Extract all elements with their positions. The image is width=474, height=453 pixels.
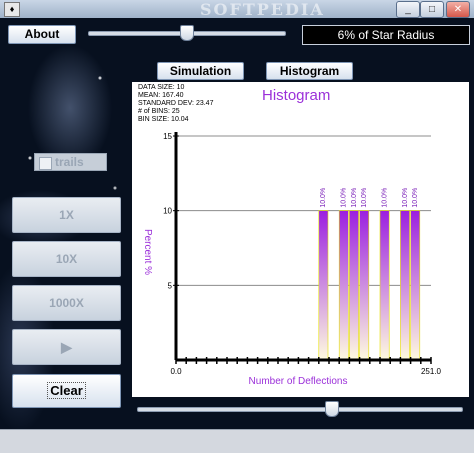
clear-button-label: Clear bbox=[47, 382, 86, 399]
app-icon: ♦ bbox=[4, 2, 20, 17]
bar-data-label: 10.0% bbox=[351, 188, 358, 208]
about-button[interactable]: About bbox=[8, 25, 76, 44]
speed-10x-button[interactable]: 10X bbox=[12, 241, 121, 277]
close-button[interactable]: ✕ bbox=[446, 1, 470, 18]
bar-data-label: 10.0% bbox=[381, 188, 388, 208]
minimize-button[interactable]: _ bbox=[396, 1, 420, 18]
radius-slider-thumb[interactable] bbox=[180, 25, 194, 41]
y-tick-label: 15 bbox=[163, 132, 172, 141]
trails-checkbox[interactable]: trails bbox=[34, 153, 107, 171]
clear-button[interactable]: Clear bbox=[12, 374, 121, 408]
window-titlebar: ♦ SOFTPEDIA _ □ ✕ bbox=[0, 0, 474, 19]
bar-data-label: 10.0% bbox=[341, 188, 348, 208]
x-axis-label: Number of Deflections bbox=[249, 376, 348, 387]
x-tick-label: 0.0 bbox=[170, 367, 182, 376]
y-tick-label: 5 bbox=[168, 281, 173, 290]
histogram-bar bbox=[379, 210, 390, 361]
bar-data-label: 10.0% bbox=[412, 188, 419, 208]
play-icon: ▶ bbox=[61, 339, 72, 355]
radius-readout: 6% of Star Radius bbox=[302, 25, 470, 45]
y-tick-label: 10 bbox=[163, 207, 172, 216]
bar-data-label: 10.0% bbox=[402, 188, 409, 208]
x-tick-label: 251.0 bbox=[421, 367, 442, 376]
histogram-bar bbox=[410, 210, 421, 361]
trails-checkbox-box[interactable] bbox=[39, 157, 52, 170]
tab-simulation[interactable]: Simulation bbox=[157, 62, 244, 80]
play-button[interactable]: ▶ bbox=[12, 329, 121, 365]
speed-1000x-button[interactable]: 1000X bbox=[12, 285, 121, 321]
y-axis-label: Percent % bbox=[142, 229, 153, 275]
histogram-bar bbox=[318, 210, 329, 361]
histogram-bar bbox=[359, 210, 370, 361]
histogram-bar bbox=[400, 210, 410, 361]
watermark-text: SOFTPEDIA bbox=[200, 0, 325, 19]
histogram-slider-thumb[interactable] bbox=[325, 401, 340, 417]
status-bar bbox=[0, 429, 474, 453]
histogram-bar bbox=[349, 210, 359, 361]
histogram-chart: 10.0% 10.0% 10.0% 10.0% 10.0% 10.0% 10.0% 5101… bbox=[142, 132, 442, 387]
histogram-bar bbox=[338, 210, 349, 361]
histogram-slider-track[interactable] bbox=[137, 407, 463, 412]
maximize-button[interactable]: □ bbox=[420, 1, 444, 18]
trails-label: trails bbox=[55, 155, 84, 169]
speed-1x-button[interactable]: 1X bbox=[12, 197, 121, 233]
bar-data-label: 10.0% bbox=[320, 188, 327, 208]
bar-data-label: 10.0% bbox=[361, 188, 368, 208]
tab-histogram[interactable]: Histogram bbox=[266, 62, 353, 80]
